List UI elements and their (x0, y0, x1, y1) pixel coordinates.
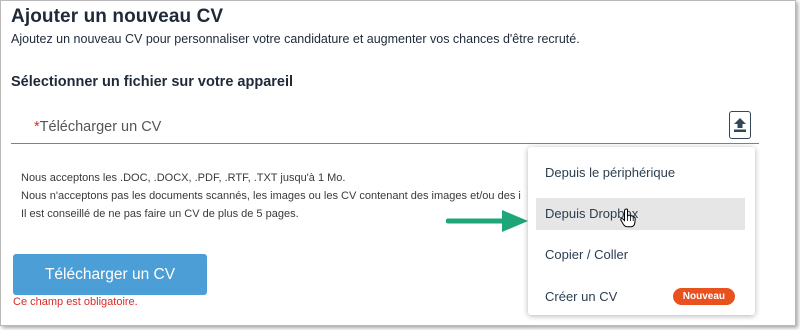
new-badge: Nouveau (672, 288, 735, 305)
upload-icon-button[interactable] (729, 111, 751, 139)
upload-source-menu: Depuis le périphérique Depuis Dropbox Co… (528, 147, 755, 315)
upload-icon (734, 118, 746, 132)
required-field-error: Ce champ est obligatoire. (13, 296, 138, 308)
menu-item-copy-paste[interactable]: Copier / Coller (536, 239, 745, 271)
hand-cursor-icon (620, 208, 636, 228)
info-line: Nous acceptons les .DOC, .DOCX, .PDF, .R… (21, 172, 346, 184)
menu-item-dropbox[interactable]: Depuis Dropbox (536, 198, 745, 230)
menu-item-create-cv[interactable]: Créer un CV Nouveau (536, 281, 745, 313)
info-line: Nous n'acceptons pas les documents scann… (21, 190, 521, 202)
page-subtitle: Ajoutez un nouveau CV pour personnaliser… (11, 32, 580, 46)
section-title: Sélectionner un fichier sur votre appare… (11, 74, 294, 90)
menu-item-device[interactable]: Depuis le périphérique (536, 157, 745, 189)
upload-cv-field[interactable]: *Télécharger un CV (11, 107, 759, 144)
upload-cv-panel: Ajouter un nouveau CV Ajoutez un nouveau… (0, 0, 796, 326)
menu-item-create-cv-label: Créer un CV (545, 289, 618, 304)
page-title: Ajouter un nouveau CV (11, 6, 224, 27)
annotation-arrow-icon (446, 210, 528, 232)
upload-cv-button[interactable]: Télécharger un CV (13, 254, 207, 295)
upload-field-label: *Télécharger un CV (34, 119, 161, 135)
upload-field-text: Télécharger un CV (39, 119, 162, 135)
